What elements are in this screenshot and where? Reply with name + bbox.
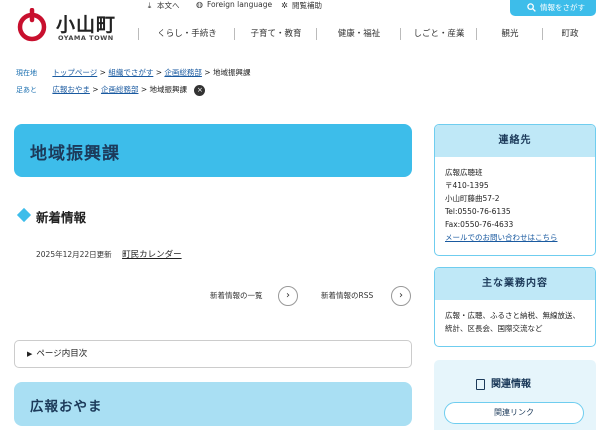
arrow-down-icon: ⤓ (147, 1, 152, 10)
page-toc-toggle[interactable]: ▶ ページ内目次 (14, 340, 412, 368)
close-icon[interactable]: × (194, 84, 206, 96)
contact-line: Fax:0550-76-4633 (445, 220, 514, 229)
nav-item-town-admin[interactable]: 町政 (544, 24, 596, 44)
nav-item-work[interactable]: しごと・産業 (402, 24, 476, 44)
globe-icon: ◍ (196, 0, 203, 9)
search-icon (527, 3, 536, 12)
news-link[interactable]: 町民カレンダー (122, 250, 182, 260)
related-heading: 関連情報 (476, 375, 531, 390)
chevron-right-icon: › (391, 286, 411, 306)
nav-divider (234, 28, 235, 40)
news-title: 新着情報 (36, 210, 87, 225)
contact-line: 広報広聴班 (445, 168, 483, 177)
nav-divider (542, 28, 543, 40)
nav-item-tourism[interactable]: 観光 (478, 24, 542, 44)
triangle-right-icon: ▶ (27, 350, 33, 358)
nav-divider (138, 28, 139, 40)
toc-label: ページ内目次 (36, 349, 88, 359)
site-logo[interactable]: 小山町 OYAMA TOWN (14, 6, 124, 46)
history-tag: 足あと (16, 86, 37, 94)
history-trail: 足あと 広報おやま > 企画総務部 > 地域振興課 × (16, 84, 206, 96)
accessibility-link[interactable]: ✲ 閲覧補助 (280, 0, 322, 11)
gear-icon: ✲ (281, 1, 288, 10)
nav-divider (476, 28, 477, 40)
breadcrumb-link-dept[interactable]: 企画総務部 (164, 68, 202, 77)
history-link-dept[interactable]: 企画総務部 (101, 85, 139, 94)
contact-line: 小山町藤曲57-2 (445, 194, 500, 203)
nav-divider (316, 28, 317, 40)
duties-title: 主な業務内容 (435, 268, 595, 300)
skip-to-content-link[interactable]: ⤓ 本文へ (145, 0, 180, 11)
town-emblem-icon (17, 8, 47, 42)
news-list-label: 新着情報の一覧 (210, 291, 263, 300)
contact-line: 〒410-1395 (445, 181, 489, 190)
history-link-koho[interactable]: 広報おやま (52, 85, 90, 94)
history-current: 地域振興課 (149, 85, 188, 94)
related-links-button[interactable]: 関連リンク (444, 402, 584, 424)
news-rss-label: 新着情報のRSS (321, 291, 374, 300)
duties-box: 主な業務内容 広報・広聴、ふるさと納税、無線放送、統計、区長会、国際交流など (434, 267, 596, 347)
news-rss-link[interactable]: 新着情報のRSS › (321, 286, 413, 306)
page-title: 地域振興課 (30, 144, 120, 164)
news-item: 2025年12月22日更新 町民カレンダー (36, 248, 182, 260)
breadcrumb-link-top[interactable]: トップページ (52, 68, 97, 77)
nav-item-living[interactable]: くらし・手続き (140, 24, 234, 44)
news-date: 2025年12月22日更新 (36, 250, 112, 259)
nav-divider (400, 28, 401, 40)
breadcrumb: 現在地 トップページ > 組織でさがす > 企画総務部 > 地域振興課 (16, 68, 251, 77)
search-info-label: 情報をさがす (540, 3, 585, 12)
document-icon (476, 378, 485, 390)
site-header: 小山町 OYAMA TOWN ⤓ 本文へ ◍ Foreign language ✲ 閲… (0, 0, 600, 56)
section-banner: 広報おやま (14, 382, 412, 426)
chevron-right-icon: › (278, 286, 298, 306)
duties-text: 広報・広聴、ふるさと納税、無線放送、統計、区長会、国際交流など (445, 311, 580, 333)
section-title: 広報おやま (30, 399, 103, 415)
contact-line: Tel:0550-76-6135 (445, 207, 511, 216)
global-nav: くらし・手続き 子育て・教育 健康・福祉 しごと・産業 観光 町政 (138, 24, 598, 44)
page-title-banner: 地域振興課 (14, 124, 412, 177)
contact-body: 広報広聴班 〒410-1395 小山町藤曲57-2 Tel:0550-76-61… (435, 157, 595, 253)
contact-title: 連絡先 (435, 125, 595, 157)
news-list-link[interactable]: 新着情報の一覧 › (210, 286, 300, 306)
logo-name: 小山町 (56, 14, 117, 36)
logo-subtitle: OYAMA TOWN (58, 34, 114, 42)
related-title: 関連情報 (491, 379, 531, 390)
nav-item-health[interactable]: 健康・福祉 (318, 24, 400, 44)
related-info-box: 関連情報 関連リンク (434, 360, 596, 430)
diamond-bullet-icon (16, 207, 32, 223)
search-info-button[interactable]: 情報をさがす (510, 0, 596, 16)
foreign-language-link[interactable]: ◍ Foreign language (195, 0, 272, 9)
breadcrumb-current: 地域振興課 (212, 68, 251, 77)
nav-item-childcare[interactable]: 子育て・教育 (236, 24, 316, 44)
contact-mail-link[interactable]: メールでのお問い合わせはこちら (445, 233, 558, 242)
contact-box: 連絡先 広報広聴班 〒410-1395 小山町藤曲57-2 Tel:0550-7… (434, 124, 596, 256)
breadcrumb-tag: 現在地 (16, 69, 37, 77)
breadcrumb-link-org[interactable]: 組織でさがす (108, 68, 153, 77)
